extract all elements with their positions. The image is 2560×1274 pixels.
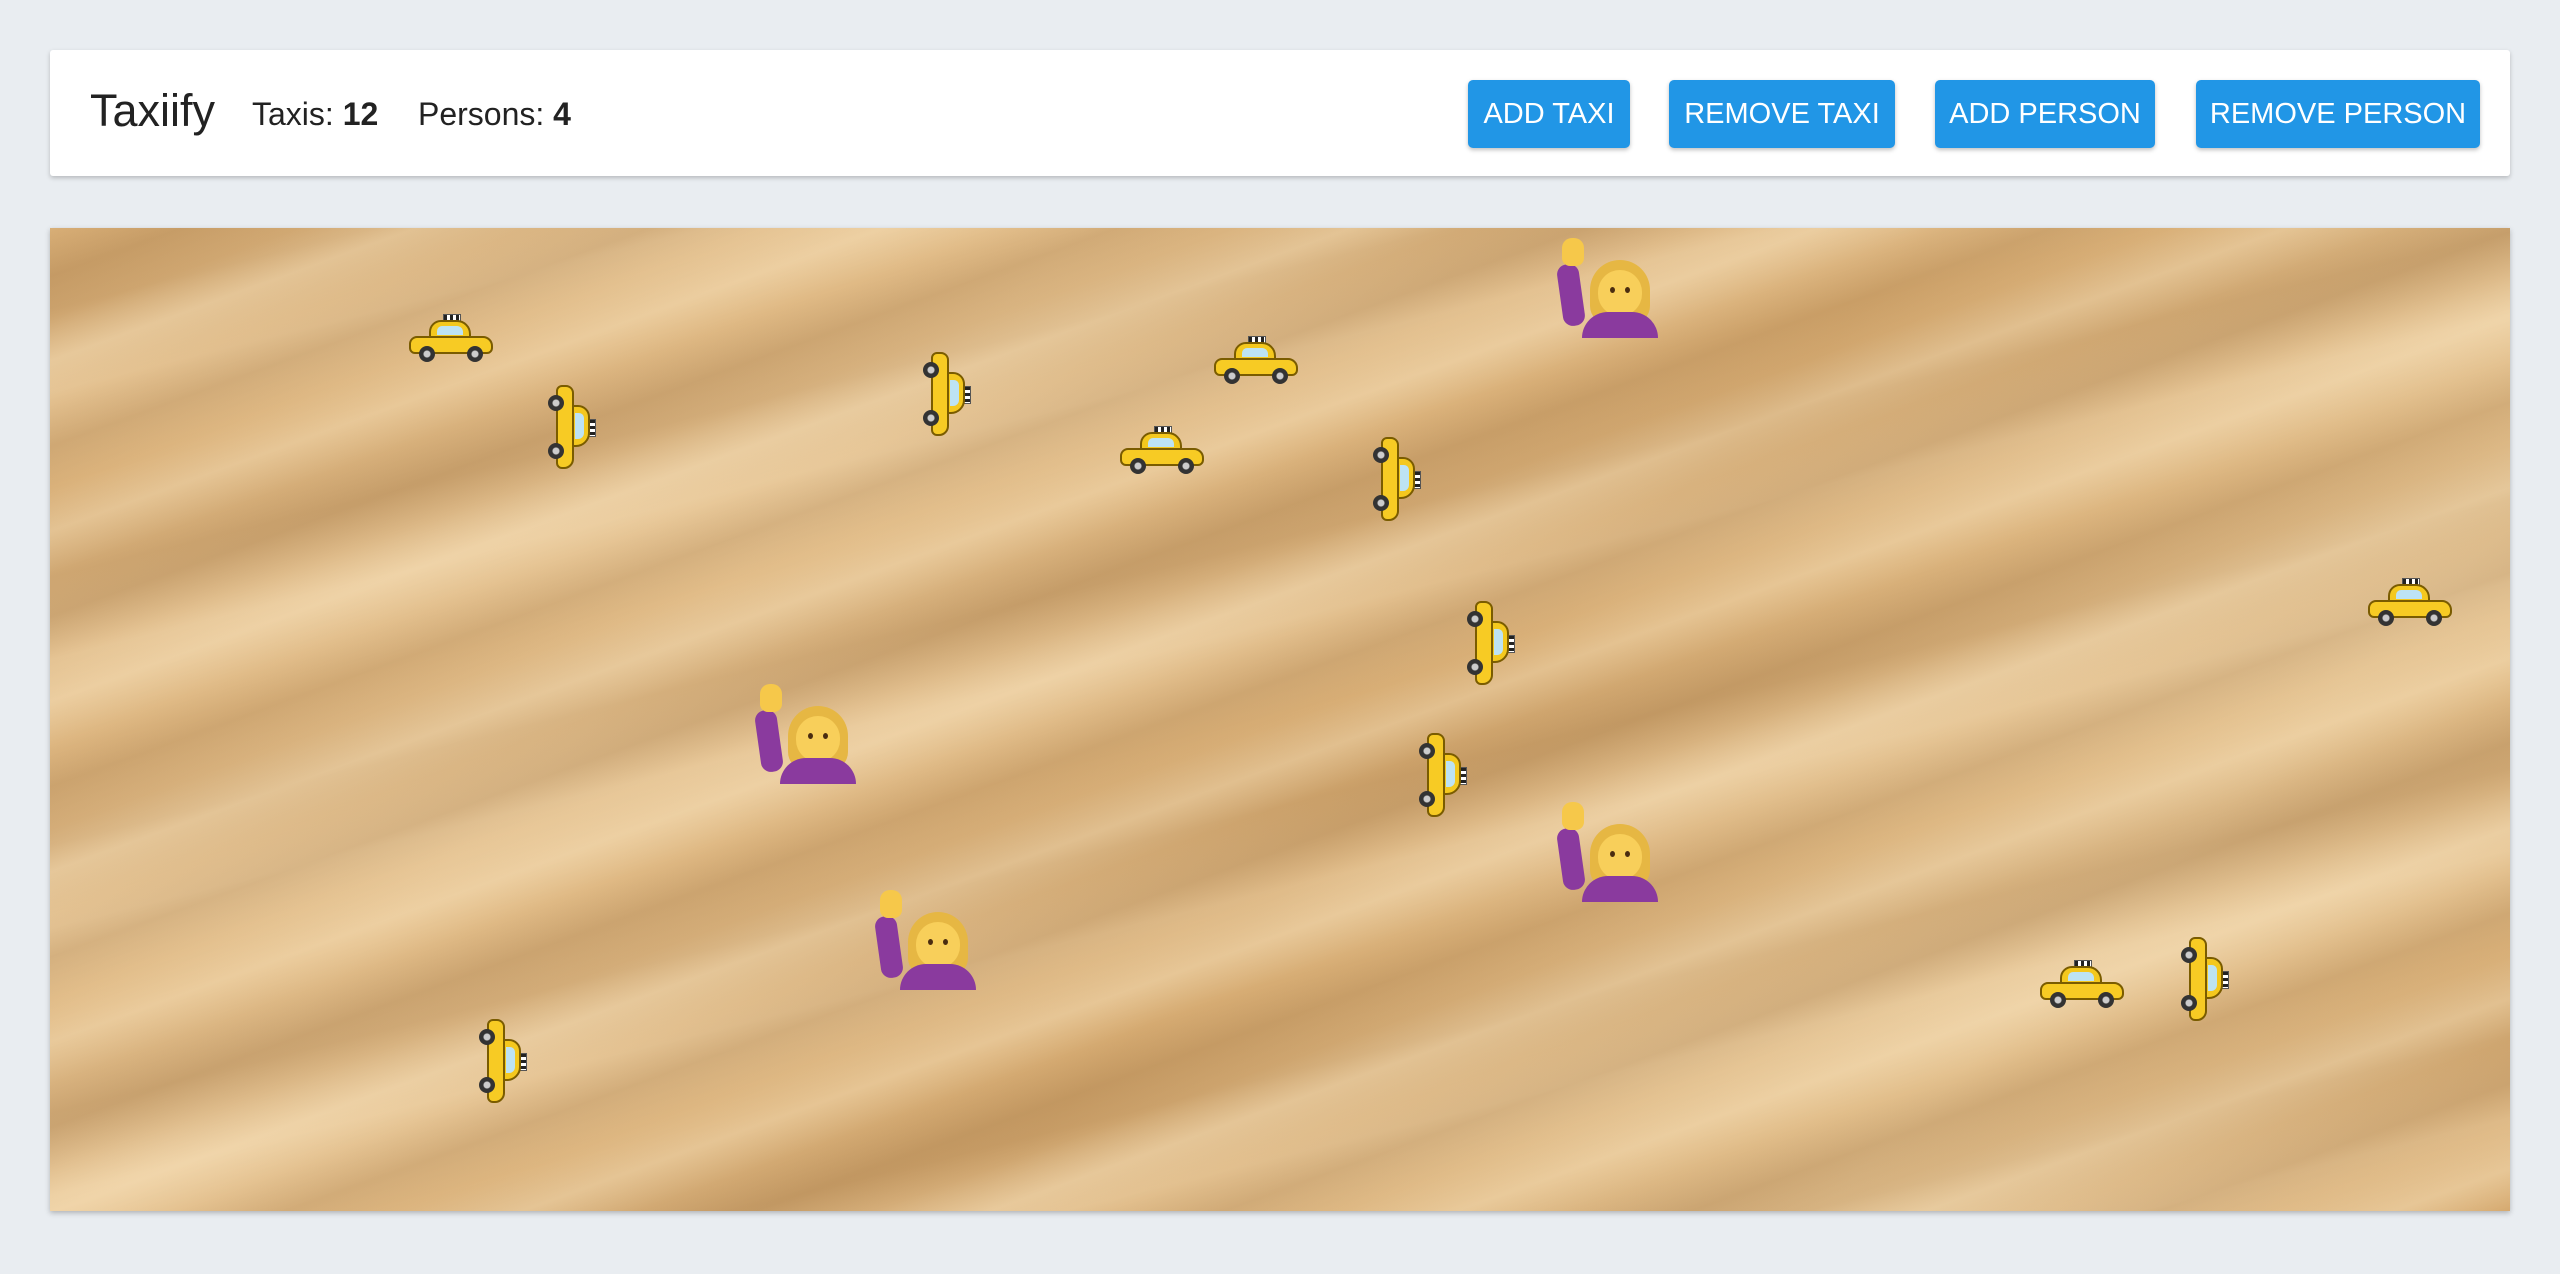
taxi-icon [1210,336,1302,386]
remove-taxi-button[interactable]: REMOVE TAXI [1669,80,1895,148]
taxi-icon [921,348,971,440]
person-raising-hand-icon [1555,802,1658,902]
taxi-counter-label: Taxis: [252,96,334,132]
person-raising-hand-icon [873,890,976,990]
remove-person-button[interactable]: REMOVE PERSON [2196,80,2480,148]
person-counter: Persons: 4 [418,95,571,133]
taxi-icon [477,1015,527,1107]
person-raising-hand-icon [1555,238,1658,338]
add-person-button[interactable]: ADD PERSON [1935,80,2155,148]
app-title: Taxiify [90,85,216,136]
taxi-icon [2036,960,2128,1010]
toolbar: Taxiify Taxis: 12 Persons: 4 ADD TAXI RE… [50,50,2510,176]
person-counter-value: 4 [553,96,571,132]
taxi-counter: Taxis: 12 [252,95,378,133]
taxi-icon [1465,597,1515,689]
taxi-icon [2364,578,2456,628]
taxi-icon [1371,433,1421,525]
taxi-icon [1417,729,1467,821]
add-taxi-button[interactable]: ADD TAXI [1468,80,1630,148]
person-raising-hand-icon [753,684,856,784]
taxi-icon [2179,933,2229,1025]
taxi-icon [405,314,497,364]
taxi-icon [1116,426,1208,476]
taxi-icon [546,381,596,473]
taxi-counter-value: 12 [342,96,379,132]
sand-map[interactable] [50,228,2510,1211]
person-counter-label: Persons: [418,96,545,132]
